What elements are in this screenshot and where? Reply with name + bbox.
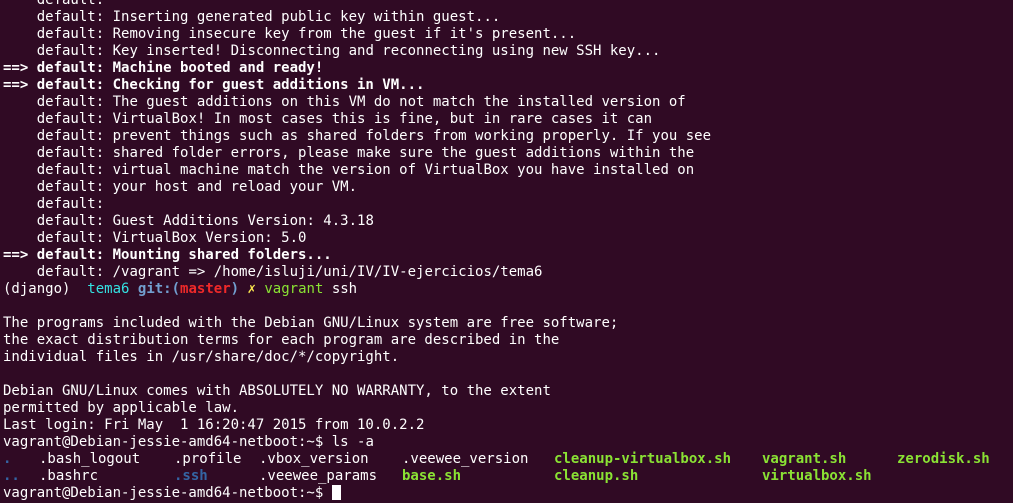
shell-command: ls -a [323, 434, 374, 450]
line-prefix: default: [3, 230, 105, 246]
status-line-booted: ==> default: Machine booted and ready! [3, 60, 324, 76]
git-label: git:( [137, 281, 181, 297]
line-prefix: default: [3, 43, 105, 59]
git-label-close: ) [230, 281, 240, 297]
output-line: default: Key inserted! Disconnecting and… [3, 43, 1013, 60]
prompt-directory: tema6 [87, 281, 130, 297]
git-dirty-icon: ✗ [247, 281, 256, 297]
line-prefix: default: [3, 196, 105, 212]
status-line-checking: ==> default: Checking for guest addition… [3, 77, 425, 93]
line-prefix: default: [3, 162, 105, 178]
output-line: default: /vagrant => /home/isluji/uni/IV… [3, 264, 1013, 281]
zsh-prompt-line: (django) tema6 git:(master) ✗ vagrant ss… [3, 281, 1013, 298]
ls-entry-exec: virtualbox.sh [762, 468, 872, 484]
line-text: Removing insecure key from the guest if … [104, 26, 577, 42]
ls-entry-file: .veewee_params [259, 468, 378, 484]
output-line: default: VirtualBox Version: 5.0 [3, 230, 1013, 247]
virtualenv-name: (django) [3, 281, 71, 297]
line-prefix: default: [3, 94, 105, 110]
ls-entry-file: .profile [174, 451, 242, 467]
status-line-mounting: ==> default: Mounting shared folders... [3, 247, 332, 263]
ls-entry-dir: .. [3, 468, 20, 484]
output-line: default: [3, 0, 1013, 9]
line-prefix: default: [3, 111, 105, 127]
line-text: virtual machine match the version of Vir… [104, 162, 695, 178]
output-line: default: Removing insecure key from the … [3, 26, 1013, 43]
output-line: default: virtual machine match the versi… [3, 162, 1013, 179]
ls-entry-dir: .ssh [174, 468, 208, 484]
line-text: Inserting generated public key within gu… [104, 9, 501, 25]
output-line: default: shared folder errors, please ma… [3, 145, 1013, 162]
output-line: default: Inserting generated public key … [3, 9, 1013, 26]
terminal-output: default: default: Inserting generated pu… [3, 0, 1013, 502]
command-name: vagrant [264, 281, 324, 297]
line-prefix: default: [3, 179, 105, 195]
line-text: VirtualBox! In most cases this is fine, … [104, 111, 653, 127]
ls-entry-file: .veewee_version [402, 451, 529, 467]
motd-line: the exact distribution terms for each pr… [3, 332, 560, 348]
line-prefix: default: [3, 145, 105, 161]
ls-entry-exec: zerodisk.sh [897, 451, 990, 467]
output-line: default: [3, 196, 1013, 213]
output-line: default: The guest additions on this VM … [3, 94, 1013, 111]
output-line: default: prevent things such as shared f… [3, 128, 1013, 145]
line-prefix: default: [3, 264, 105, 280]
line-prefix: default: [3, 9, 105, 25]
line-text: Key inserted! Disconnecting and reconnec… [104, 43, 661, 59]
line-text: The guest additions on this VM do not ma… [104, 94, 686, 110]
ls-output-row: . .bash_logout .profile .vbox_version .veewe… [3, 451, 1013, 468]
output-line: default: VirtualBox! In most cases this … [3, 111, 1013, 128]
output-line: default: your host and reload your VM. [3, 179, 1013, 196]
line-prefix: default: [3, 26, 105, 42]
line-prefix: default: [3, 213, 105, 229]
line-text: VirtualBox Version: 5.0 [104, 230, 307, 246]
ls-entry-exec: cleanup.sh [554, 468, 639, 484]
line-prefix: default: [3, 0, 105, 8]
output-line: default: Guest Additions Version: 4.3.18 [3, 213, 1013, 230]
motd-line: Debian GNU/Linux comes with ABSOLUTELY N… [3, 383, 551, 399]
ls-entry-exec: cleanup-virtualbox.sh [554, 451, 732, 467]
shell-command-line: vagrant@Debian-jessie-amd64-netboot:~$ l… [3, 434, 1013, 451]
ls-output-row: .. .bashrc .ssh .veewee_params base.sh cleanu… [3, 468, 1013, 485]
shell-prompt: vagrant@Debian-jessie-amd64-netboot:~$ [3, 485, 324, 501]
git-branch: master [180, 281, 231, 297]
line-text: Guest Additions Version: 4.3.18 [104, 213, 374, 229]
terminal-window[interactable]: default: default: Inserting generated pu… [0, 0, 1013, 503]
motd-line: Last login: Fri May 1 16:20:47 2015 from… [3, 417, 425, 433]
motd-line: permitted by applicable law. [3, 400, 240, 416]
ls-entry-file: .vbox_version [259, 451, 369, 467]
line-prefix: default: [3, 128, 105, 144]
ls-entry-file: .bashrc [39, 468, 99, 484]
active-prompt-line[interactable]: vagrant@Debian-jessie-amd64-netboot:~$ [3, 485, 1013, 502]
ls-entry-dir: . [3, 451, 12, 467]
ls-entry-file: .bash_logout [39, 451, 141, 467]
motd-line [3, 366, 1013, 383]
command-args: ssh [331, 281, 358, 297]
line-text: /vagrant => /home/isluji/uni/IV/IV-ejerc… [104, 264, 543, 280]
ls-entry-exec: base.sh [402, 468, 462, 484]
line-text: prevent things such as shared folders fr… [104, 128, 712, 144]
motd-line: individual files in /usr/share/doc/*/cop… [3, 349, 400, 365]
shell-prompt: vagrant@Debian-jessie-amd64-netboot:~$ [3, 434, 324, 450]
line-text: shared folder errors, please make sure t… [104, 145, 695, 161]
ls-entry-exec: vagrant.sh [762, 451, 847, 467]
text-cursor [331, 485, 341, 500]
motd-line: The programs included with the Debian GN… [3, 315, 619, 331]
line-text: your host and reload your VM. [104, 179, 358, 195]
